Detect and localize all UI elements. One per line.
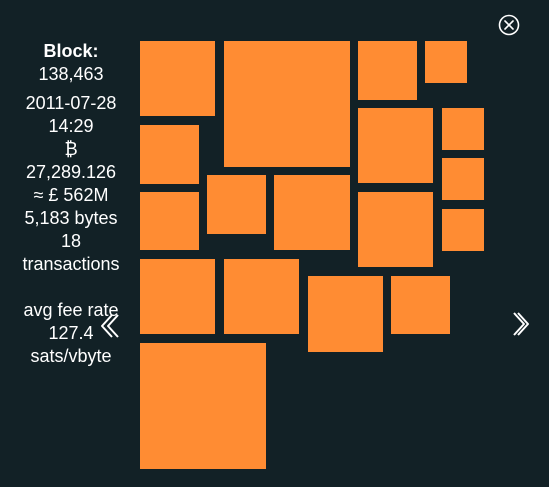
transaction-block[interactable] <box>224 41 350 167</box>
transaction-block[interactable] <box>308 276 383 352</box>
transaction-block[interactable] <box>224 259 299 334</box>
transaction-block[interactable] <box>442 209 484 251</box>
transaction-block[interactable] <box>140 192 199 250</box>
transaction-block[interactable] <box>358 108 433 183</box>
transaction-block[interactable] <box>140 343 266 469</box>
block-size: 5,183 bytes <box>24 208 118 228</box>
block-time: 14:29 <box>48 116 94 136</box>
double-chevron-left-icon <box>101 314 119 338</box>
next-block-button[interactable] <box>508 309 534 339</box>
transaction-block[interactable] <box>391 276 450 334</box>
transaction-block[interactable] <box>425 41 467 83</box>
transaction-block[interactable] <box>358 192 433 267</box>
bitcoin-symbol: ₿ <box>64 139 78 159</box>
chevron-right-icon <box>513 312 529 336</box>
transaction-block[interactable] <box>358 41 417 100</box>
fee-rate-unit: sats/vbyte <box>30 346 112 366</box>
transaction-label: transactions <box>22 254 120 274</box>
block-fiat-value: ≈ £ 562M <box>33 185 109 205</box>
transaction-block[interactable] <box>442 108 484 150</box>
previous-block-button[interactable] <box>98 311 124 341</box>
close-button[interactable] <box>498 14 520 36</box>
transaction-block[interactable] <box>207 175 266 234</box>
transaction-block[interactable] <box>140 41 215 116</box>
transaction-count: 18 <box>60 231 82 251</box>
block-label: Block: <box>43 41 99 61</box>
transaction-block[interactable] <box>442 158 484 200</box>
transaction-block[interactable] <box>274 175 350 250</box>
transaction-block[interactable] <box>140 259 215 334</box>
block-height: 138,463 <box>38 64 104 84</box>
block-date: 2011-07-28 <box>25 93 117 113</box>
transaction-block[interactable] <box>140 125 199 184</box>
block-amount: 27,289.126 <box>25 162 117 182</box>
close-circle-icon <box>498 14 520 36</box>
